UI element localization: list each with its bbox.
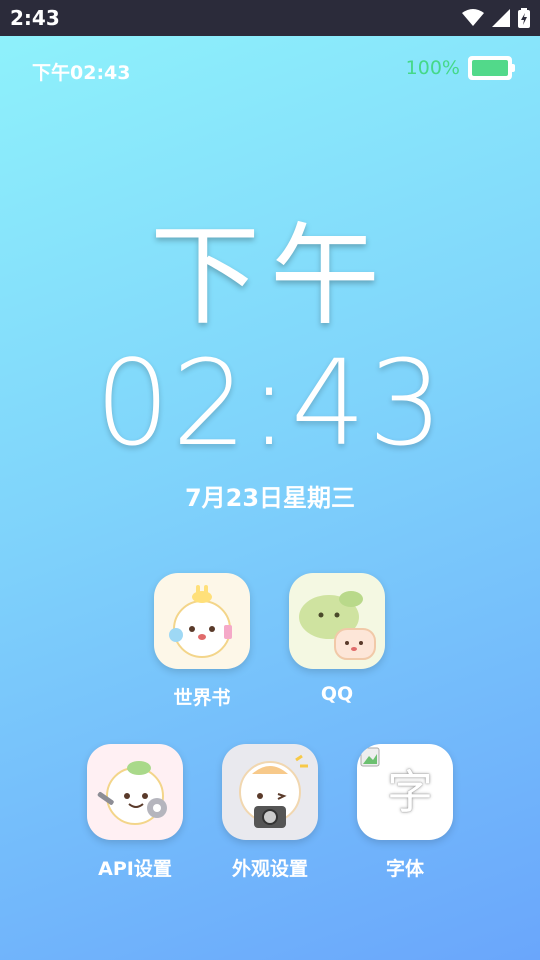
appearance-settings-icon[interactable]: [222, 744, 318, 840]
api-settings-icon[interactable]: [87, 744, 183, 840]
qq-label: QQ: [320, 683, 354, 705]
app-qq[interactable]: QQ: [282, 573, 392, 705]
api-settings-label: API设置: [98, 858, 172, 880]
clock-date: 7月23日星期三: [184, 484, 356, 512]
home-screen: 下午02:43 100% 下午 02:43 7月23日星期三 世界书 QQ AP…: [0, 36, 540, 960]
battery-indicator: 100%: [405, 56, 515, 80]
signal-icon: [492, 9, 510, 27]
battery-icon: [468, 56, 515, 80]
clock-ampm: 下午: [150, 212, 390, 340]
appearance-settings-label: 外观设置: [231, 858, 308, 880]
app-api-settings[interactable]: API设置: [80, 744, 190, 881]
status-time: 2:43: [10, 6, 60, 30]
wifi-icon: [462, 9, 484, 26]
app-appearance-settings[interactable]: 外观设置: [215, 744, 325, 881]
app-font[interactable]: 字 字体: [350, 744, 460, 881]
broken-image-icon: [360, 747, 380, 767]
font-icon-char: 字: [387, 765, 433, 819]
app-worldbook[interactable]: 世界书: [147, 573, 257, 710]
font-label: 字体: [385, 858, 424, 880]
top-time: 下午02:43: [32, 62, 131, 84]
worldbook-icon[interactable]: [154, 573, 250, 669]
qq-icon[interactable]: [289, 573, 385, 669]
font-icon[interactable]: 字: [357, 744, 453, 840]
status-icons: [462, 8, 530, 28]
battery-percent: 100%: [405, 57, 460, 79]
battery-charging-icon: [518, 8, 530, 28]
system-status-bar: 2:43: [0, 0, 540, 36]
clock-time: 02:43: [94, 334, 446, 472]
worldbook-label: 世界书: [173, 687, 231, 709]
